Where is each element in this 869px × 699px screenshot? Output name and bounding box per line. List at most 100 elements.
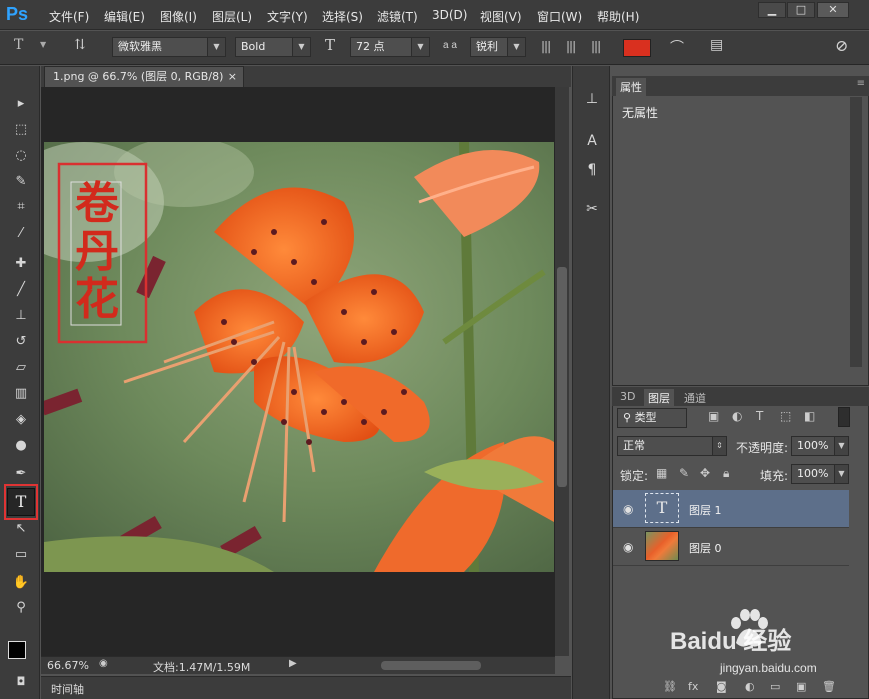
tab-close-icon[interactable]: ×	[228, 67, 237, 86]
minimize-button[interactable]: ▁	[758, 2, 786, 18]
blur-tool-icon[interactable]: ◈	[10, 410, 32, 430]
filter-adjustment-icon[interactable]: ◐	[732, 409, 742, 423]
lock-transparent-icon[interactable]: ▦	[656, 466, 667, 480]
healing-brush-tool-icon[interactable]: ✚	[10, 254, 32, 274]
history-brush-tool-icon[interactable]: ↺	[10, 332, 32, 352]
horizontal-scroll-thumb[interactable]	[381, 661, 481, 670]
font-size-icon: T	[325, 36, 336, 54]
text-orientation-icon[interactable]: ⇅	[74, 37, 86, 53]
gradient-tool-icon[interactable]: ▥	[10, 384, 32, 404]
tab-layers[interactable]: 图层	[644, 389, 674, 407]
layer-name[interactable]: 图层 0	[689, 540, 722, 556]
font-style-value: Bold	[241, 40, 266, 53]
character-icon[interactable]: A	[581, 130, 603, 152]
status-menu-icon[interactable]: ◉	[99, 658, 108, 669]
antialias-select[interactable]: 锐利 ▼	[470, 37, 526, 57]
opacity-input[interactable]: 100% ▼	[791, 436, 849, 456]
menu-bar: Ps 文件(F) 编辑(E) 图像(I) 图层(L) 文字(Y) 选择(S) 滤…	[0, 0, 869, 30]
filter-type-icon[interactable]: T	[756, 409, 763, 423]
eraser-tool-icon[interactable]: ▱	[10, 358, 32, 378]
lock-all-icon[interactable]: 🔒︎	[723, 466, 729, 481]
maximize-button[interactable]: □	[787, 2, 815, 18]
blend-mode-select[interactable]: 正常 ⇕	[617, 436, 727, 456]
layer-name[interactable]: 图层 1	[689, 502, 722, 518]
menu-3d[interactable]: 3D(D)	[432, 8, 467, 22]
lock-label: 锁定:	[620, 469, 649, 483]
layer-kind-filter[interactable]: ⚲ 类型	[617, 408, 687, 428]
zoom-level[interactable]: 66.67%	[47, 659, 89, 672]
layer-row-1[interactable]: ◉ T 图层 1	[613, 490, 849, 528]
warp-text-icon[interactable]: ⌒	[670, 37, 684, 57]
chevron-down-icon[interactable]: ▼	[40, 40, 46, 49]
menu-file[interactable]: 文件(F)	[49, 8, 89, 25]
text-color-swatch[interactable]	[623, 39, 651, 57]
filter-shape-icon[interactable]: ⬚	[780, 409, 791, 423]
font-size-select[interactable]: 72 点 ▼	[350, 37, 430, 57]
eye-icon[interactable]: ◉	[623, 502, 633, 516]
filter-smart-object-icon[interactable]: ◧	[804, 409, 815, 423]
document-tab-title: 1.png @ 66.7% (图层 0, RGB/8)	[53, 70, 224, 83]
document-size: 文档:1.47M/1.59M	[153, 661, 251, 674]
tool-presets-icon[interactable]: ⊥	[581, 88, 603, 110]
properties-panel	[612, 76, 869, 386]
menu-type[interactable]: 文字(Y)	[267, 8, 308, 25]
foreground-color-swatch[interactable]	[8, 641, 26, 659]
font-style-select[interactable]: Bold ▼	[235, 37, 311, 57]
tab-3d[interactable]: 3D	[616, 389, 639, 404]
menu-image[interactable]: 图像(I)	[160, 8, 197, 25]
align-center-icon[interactable]: |||	[566, 39, 576, 53]
menu-edit[interactable]: 编辑(E)	[104, 8, 145, 25]
type-tool-icon[interactable]: T	[7, 488, 35, 516]
cancel-edit-icon[interactable]: ⊘	[835, 36, 848, 55]
crop-tool-icon[interactable]: ⌗	[10, 197, 32, 217]
status-arrow-icon[interactable]: ▶	[289, 658, 297, 669]
align-left-icon[interactable]: |||	[541, 39, 551, 53]
chevron-down-icon: ▼	[834, 437, 848, 455]
menu-layer[interactable]: 图层(L)	[212, 8, 252, 25]
menu-filter[interactable]: 滤镜(T)	[377, 8, 418, 25]
vertical-scroll-thumb[interactable]	[557, 267, 567, 487]
paragraph-icon[interactable]: ¶	[581, 159, 603, 181]
menu-window[interactable]: 窗口(W)	[537, 8, 582, 25]
chevron-down-icon: ▼	[292, 38, 310, 56]
align-right-icon[interactable]: |||	[591, 39, 601, 53]
lock-pixels-icon[interactable]: ✎	[679, 466, 689, 480]
filter-toggle[interactable]	[838, 407, 850, 427]
menu-select[interactable]: 选择(S)	[322, 8, 363, 25]
filter-pixel-icon[interactable]: ▣	[708, 409, 719, 423]
tab-channels[interactable]: 通道	[680, 389, 710, 407]
font-family-select[interactable]: 微软雅黑 ▼	[112, 37, 226, 57]
dodge-tool-icon[interactable]: ●	[10, 436, 32, 456]
search-icon: ⚲	[623, 411, 635, 424]
marquee-tool-icon[interactable]: ⬚	[10, 120, 32, 140]
path-select-tool-icon[interactable]: ↖	[10, 519, 32, 539]
type-tool-preset-icon[interactable]: T	[14, 37, 23, 53]
menu-view[interactable]: 视图(V)	[480, 8, 522, 25]
clone-stamp-tool-icon[interactable]: ⊥	[10, 306, 32, 326]
tools-settings-icon[interactable]: ✂	[581, 198, 603, 220]
properties-scrollbar[interactable]	[850, 97, 862, 367]
lock-position-icon[interactable]: ✥	[700, 466, 710, 480]
character-panel-icon[interactable]: ▤	[710, 37, 723, 53]
eyedropper-tool-icon[interactable]: ⁄	[10, 224, 32, 244]
eye-icon[interactable]: ◉	[623, 540, 633, 554]
close-window-button[interactable]: ✕	[817, 2, 849, 18]
quick-select-tool-icon[interactable]: ✎	[10, 172, 32, 192]
move-tool-icon[interactable]: ▸	[10, 94, 32, 114]
lasso-tool-icon[interactable]: ◌	[10, 146, 32, 166]
text-layer-content[interactable]: 卷 丹 花	[71, 180, 123, 330]
panel-menu-icon[interactable]: ≡	[857, 78, 865, 89]
hand-tool-icon[interactable]: ✋	[10, 573, 32, 593]
layer-row-0[interactable]: ◉ 图层 0	[613, 528, 849, 566]
zoom-tool-icon[interactable]: ⚲	[10, 598, 32, 618]
photoshop-logo: Ps	[6, 4, 29, 24]
properties-tab[interactable]: 属性	[616, 78, 646, 96]
quick-mask-icon[interactable]: ◘	[10, 672, 32, 692]
menu-help[interactable]: 帮助(H)	[597, 8, 639, 25]
fill-input[interactable]: 100% ▼	[791, 464, 849, 484]
pen-tool-icon[interactable]: ✒	[10, 464, 32, 484]
timeline-tab[interactable]: 时间轴	[51, 681, 84, 697]
brush-tool-icon[interactable]: ╱	[10, 280, 32, 300]
rectangle-tool-icon[interactable]: ▭	[10, 545, 32, 565]
document-tab[interactable]: 1.png @ 66.7% (图层 0, RGB/8) ×	[44, 66, 244, 87]
